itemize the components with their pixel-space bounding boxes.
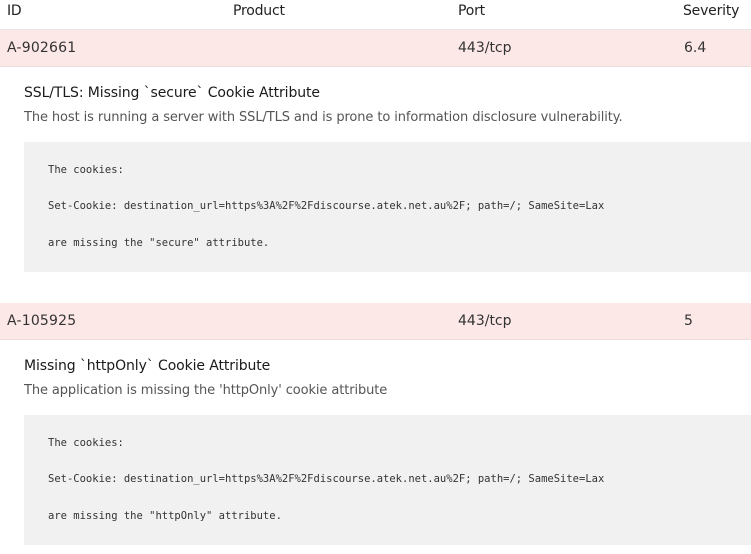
row-id: A-105925 [7,313,77,329]
vulnerability-table: ID Product Port Severity A-902661 443/tc… [0,0,751,545]
vulnerability-title: SSL/TLS: Missing `secure` Cookie Attribu… [24,85,320,101]
table-header: ID Product Port Severity [0,0,751,30]
vulnerability-description: The application is missing the 'httpOnly… [24,383,388,398]
vulnerability-description: The host is running a server with SSL/TL… [24,110,623,125]
evidence-code-block: The cookies: Set-Cookie: destination_url… [24,415,751,545]
code-line: Set-Cookie: destination_url=https%3A%2F%… [48,473,605,485]
code-line: Set-Cookie: destination_url=https%3A%2F%… [48,200,605,212]
evidence-code-block: The cookies: Set-Cookie: destination_url… [24,142,751,272]
table-row[interactable]: A-902661 443/tcp 6.4 [0,30,751,67]
code-line: The cookies: [48,437,124,449]
code-line: The cookies: [48,164,124,176]
column-header-severity[interactable]: Severity [683,3,739,19]
row-severity: 6.4 [684,40,707,56]
column-header-port[interactable]: Port [458,3,485,19]
row-spacer [0,272,751,303]
code-line: are missing the "httpOnly" attribute. [48,510,282,522]
table-row[interactable]: A-105925 443/tcp 5 [0,303,751,340]
column-header-product[interactable]: Product [233,3,285,19]
row-id: A-902661 [7,40,77,56]
vulnerability-detail: Missing `httpOnly` Cookie Attribute The … [0,340,751,545]
row-severity: 5 [684,313,693,329]
vulnerability-detail: SSL/TLS: Missing `secure` Cookie Attribu… [0,67,751,272]
code-line: are missing the "secure" attribute. [48,237,270,249]
vulnerability-title: Missing `httpOnly` Cookie Attribute [24,358,271,374]
row-port: 443/tcp [458,40,512,56]
column-header-id[interactable]: ID [7,3,22,19]
row-port: 443/tcp [458,313,512,329]
